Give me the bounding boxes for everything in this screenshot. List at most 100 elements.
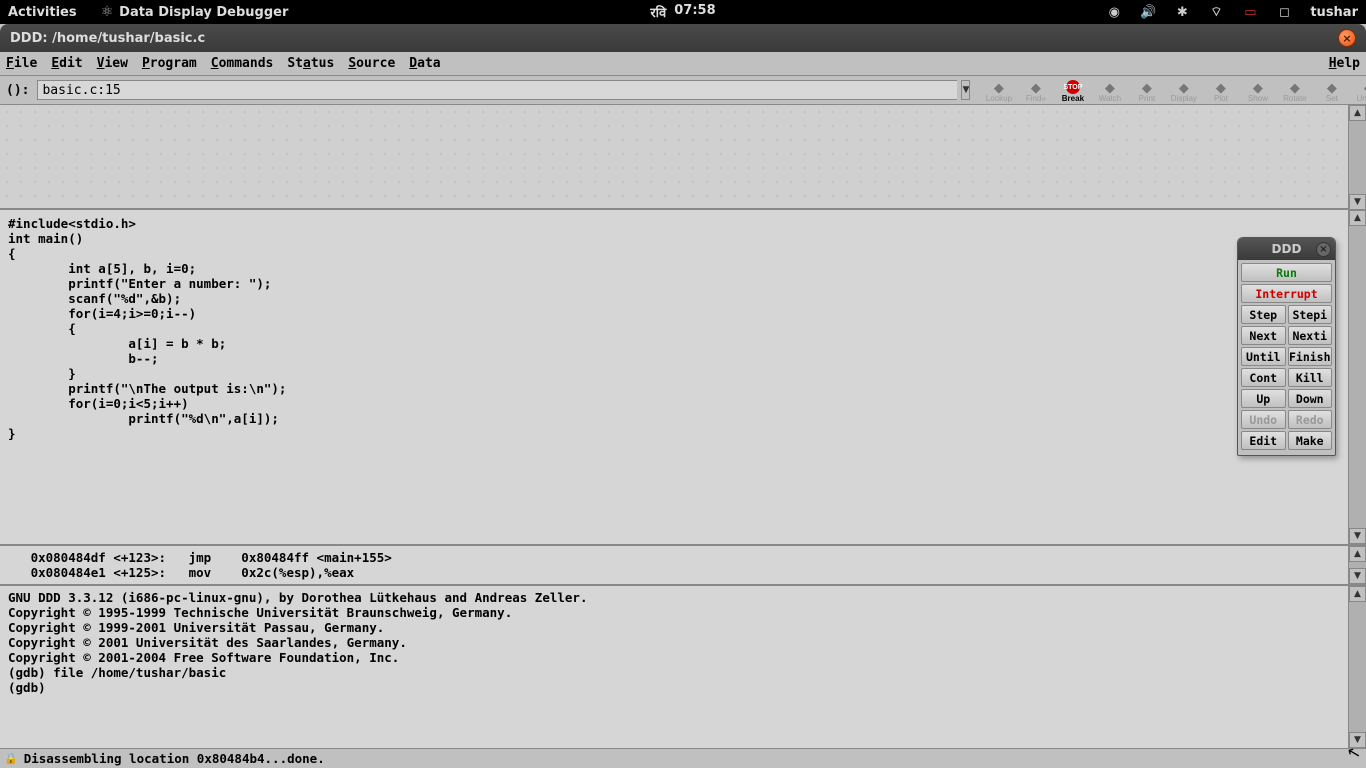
cmd-stepi-button[interactable]: Stepi [1288,305,1333,324]
scroll-down-icon[interactable]: ▼ [1349,194,1366,210]
close-button[interactable]: × [1338,29,1356,47]
menu-program[interactable]: Program [142,56,197,71]
find-icon: ◆ [1031,81,1041,94]
ddd-window: DDD: /home/tushar/basic.c × File Edit Vi… [0,24,1366,768]
assembly-text[interactable]: 0x080484df <+123>: jmp 0x80484ff <main+1… [0,546,1348,584]
toolbar-button-label: Display [1171,94,1197,103]
scroll-up-icon[interactable]: ▲ [1349,546,1366,562]
scroll-up-icon[interactable]: ▲ [1349,105,1366,121]
accessibility-icon[interactable]: ◉ [1106,4,1122,20]
window-titlebar[interactable]: DDD: /home/tushar/basic.c × [0,24,1366,52]
toolbar-button-label: Show [1248,94,1268,103]
menu-view[interactable]: View [97,56,128,71]
app-icon: ⚛ [101,4,114,20]
break-button[interactable]: STOPBreak [1054,77,1091,103]
assembly-pane: 0x080484df <+123>: jmp 0x80484ff <main+1… [0,546,1366,586]
scroll-up-icon[interactable]: ▲ [1349,586,1366,602]
menu-source[interactable]: Source [348,56,395,71]
gdb-console-pane: GNU DDD 3.3.12 (i686-pc-linux-gnu), by D… [0,586,1366,748]
console-scrollbar[interactable]: ▲ ▼ [1348,586,1366,748]
cmd-edit-button[interactable]: Edit [1241,431,1286,450]
gdb-console[interactable]: GNU DDD 3.3.12 (i686-pc-linux-gnu), by D… [0,586,1348,748]
source-code[interactable]: #include<stdio.h> int main() { int a[5],… [0,210,1348,544]
argument-label: (): [6,83,29,98]
clock[interactable]: रवि 07:58 [650,3,715,21]
rotate-icon: ◆ [1290,81,1300,94]
scroll-up-icon[interactable]: ▲ [1349,210,1366,226]
toolbar-button-label: Lookup [986,94,1012,103]
cmd-up-button[interactable]: Up [1241,389,1286,408]
activities-button[interactable]: Activities [8,5,77,20]
status-text: Disassembling location 0x80484b4...done. [24,751,325,766]
command-tool-grid: Run Interrupt StepStepiNextNextiUntilFinis… [1238,260,1335,455]
source-pane: #include<stdio.h> int main() { int a[5],… [0,210,1366,546]
status-bar: 🔒 Disassembling location 0x80484b4...don… [0,748,1366,768]
data-pane-scrollbar[interactable]: ▲ ▼ [1348,105,1366,210]
cmd-make-button[interactable]: Make [1288,431,1333,450]
display-icon: ◆ [1179,81,1189,94]
toolbar-button-label: Find» [1026,94,1046,103]
cmd-down-button[interactable]: Down [1288,389,1333,408]
menu-status[interactable]: Status [287,56,334,71]
menu-commands[interactable]: Commands [211,56,274,71]
command-tool-close[interactable]: × [1316,242,1331,257]
cmd-interrupt-button[interactable]: Interrupt [1241,284,1332,303]
argument-input[interactable] [37,80,957,100]
volume-icon[interactable]: 🔊 [1140,4,1156,20]
toolbar-button-label: Print [1139,94,1155,103]
argument-dropdown[interactable]: ▼ [961,80,970,100]
menu-file[interactable]: File [6,56,37,71]
clock-time: 07:58 [674,3,715,21]
command-tool-panel[interactable]: DDD × Run Interrupt StepStepiNextNextiUnti… [1237,237,1336,456]
asm-scrollbar[interactable]: ▲ ▼ [1348,546,1366,584]
battery-icon[interactable]: ▭ [1242,4,1258,20]
cmd-until-button[interactable]: Until [1241,347,1286,366]
watch-button: ◆Watch [1091,77,1128,103]
cmd-redo-button: Redo [1288,410,1333,429]
plot-icon: ◆ [1216,81,1226,94]
cmd-nexti-button[interactable]: Nexti [1288,326,1333,345]
break-icon: STOP [1066,80,1080,94]
user-menu[interactable]: tushar [1310,5,1358,20]
toolbar-button-label: Rotate [1283,94,1307,103]
scroll-down-icon[interactable]: ▼ [1349,568,1366,584]
desktop-topbar: Activities ⚛ Data Display Debugger रवि 0… [0,0,1366,24]
watch-icon: ◆ [1105,81,1115,94]
cmd-finish-button[interactable]: Finish [1288,347,1333,366]
chat-icon[interactable]: ◻ [1276,4,1292,20]
clock-day: रवि [650,3,666,21]
wifi-icon[interactable]: ⌔ [1208,4,1224,20]
bluetooth-icon[interactable]: ✱ [1174,4,1190,20]
cmd-undo-button: Undo [1241,410,1286,429]
toolbar-button-label: Set [1326,94,1338,103]
app-menu[interactable]: ⚛ Data Display Debugger [101,4,289,20]
toolbar: (): ▼ ◆Lookup◆Find»STOPBreak◆Watch◆Print… [0,76,1366,105]
cmd-next-button[interactable]: Next [1241,326,1286,345]
set-button: ◆Set [1313,77,1350,103]
print-icon: ◆ [1142,81,1152,94]
toolbar-button-label: Watch [1099,94,1121,103]
menu-data[interactable]: Data [409,56,440,71]
command-tool-header[interactable]: DDD × [1238,238,1335,260]
toolbar-buttons: ◆Lookup◆Find»STOPBreak◆Watch◆Print◆Displ… [980,77,1366,103]
lock-icon: 🔒 [4,752,18,765]
undisp-button: ◆Undisp [1350,77,1366,103]
menu-help[interactable]: Help [1329,56,1360,71]
cmd-cont-button[interactable]: Cont [1241,368,1286,387]
data-pane-wrap: ▲ ▼ [0,105,1366,210]
menu-edit[interactable]: Edit [51,56,82,71]
data-display-pane[interactable] [0,105,1348,210]
set-icon: ◆ [1327,81,1337,94]
cmd-step-button[interactable]: Step [1241,305,1286,324]
toolbar-button-label: Plot [1214,94,1228,103]
source-scrollbar[interactable]: ▲ ▼ [1348,210,1366,544]
display-button: ◆Display [1165,77,1202,103]
show-button: ◆Show [1239,77,1276,103]
app-menu-label: Data Display Debugger [119,5,288,20]
scroll-down-icon[interactable]: ▼ [1349,528,1366,544]
cmd-kill-button[interactable]: Kill [1288,368,1333,387]
lookup-icon: ◆ [994,81,1004,94]
command-tool-title: DDD [1272,242,1302,256]
find-button: ◆Find» [1017,77,1054,103]
cmd-run-button[interactable]: Run [1241,263,1332,282]
